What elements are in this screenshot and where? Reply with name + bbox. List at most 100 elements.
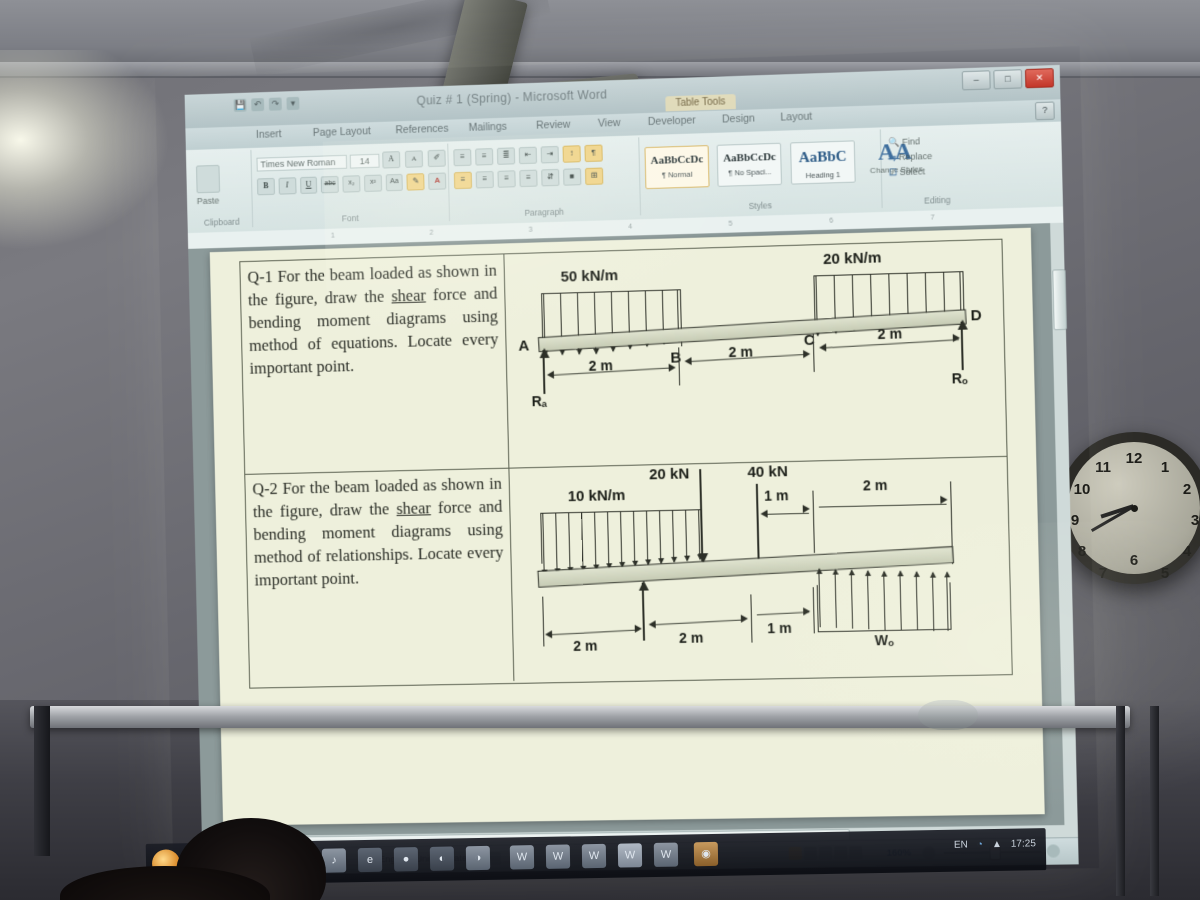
rail-bracket-left [34, 706, 50, 856]
taskbar-item-word-doc-active[interactable]: W [618, 843, 642, 867]
save-icon[interactable]: 💾 [234, 99, 247, 112]
q1-text-cell[interactable]: Q-1 For the beam loaded as shown in the … [240, 254, 509, 474]
shading-icon[interactable]: ■ [563, 168, 581, 186]
select-button[interactable]: ☐ Select [889, 164, 993, 178]
superscript-icon[interactable]: x² [364, 175, 382, 192]
italic-icon[interactable]: I [278, 177, 296, 194]
taskbar-icon-internet-explorer[interactable]: e [358, 848, 382, 872]
bullets-icon[interactable]: ≡ [453, 149, 471, 166]
tab-design[interactable]: Design [722, 112, 755, 125]
taskbar-icon-app-3[interactable]: ◉ [694, 842, 718, 866]
clock-number: 2 [1178, 481, 1196, 498]
style-no-spacing[interactable]: AaBbCcDc ¶ No Spaci... [717, 143, 782, 187]
font-family-input[interactable]: Times New Roman [256, 154, 347, 171]
taskbar-item-word-doc-5[interactable]: W [654, 843, 678, 867]
ribbon-group-editing: 🔍 Find ⇆ Replace ☐ Select Editing [880, 126, 994, 208]
taskbar-item-word-doc-3[interactable]: W [582, 844, 606, 868]
grow-font-icon[interactable]: A [382, 151, 400, 168]
tab-layout[interactable]: Layout [780, 111, 812, 124]
tab-mailings[interactable]: Mailings [469, 121, 507, 134]
projection-screen: 💾 ↶ ↷ ▾ Quiz # 1 (Spring) - Microsoft Wo… [155, 46, 1099, 880]
taskbar-icon-app-2[interactable]: ◑ [466, 846, 490, 870]
select-icon: ☐ [889, 167, 897, 177]
replace-button[interactable]: ⇆ Replace [888, 149, 992, 163]
ceiling-lamp-glow [0, 50, 170, 250]
paste-icon[interactable] [196, 165, 220, 193]
shrink-font-icon[interactable]: A [405, 150, 423, 167]
restore-button[interactable]: □ [993, 69, 1022, 89]
tab-references[interactable]: References [395, 123, 448, 137]
ruler-mark: 2 [429, 230, 433, 237]
increase-indent-icon[interactable]: ⇥ [541, 146, 559, 164]
style-heading-1[interactable]: AaBbC Heading 1 [790, 140, 856, 184]
subscript-icon[interactable]: x₂ [342, 175, 360, 192]
taskbar-item-word-doc-1[interactable]: W [510, 845, 534, 869]
line-spacing-icon[interactable]: ⇵ [541, 169, 559, 187]
close-button[interactable]: ✕ [1025, 68, 1054, 88]
dim-arrow-right [803, 505, 810, 513]
beam2-figure: 20 kN 40 kN 10 kN/m 1 m 2 m Wₒ 2 m 2 m 1… [509, 456, 1011, 681]
clock-number: 5 [1156, 565, 1174, 582]
tab-page-layout[interactable]: Page Layout [313, 125, 371, 139]
undo-icon[interactable]: ↶ [251, 98, 264, 111]
tab-insert[interactable]: Insert [256, 128, 282, 141]
window-controls[interactable]: – □ ✕ [962, 68, 1054, 90]
tab-review[interactable]: Review [536, 119, 571, 132]
zoom-in-button[interactable] [1046, 844, 1060, 857]
questions-table: Q-1 For the beam loaded as shown in the … [239, 239, 1013, 689]
tray-clock[interactable]: 17:25 [1011, 838, 1036, 849]
taskbar-icon-browser[interactable]: ● [394, 847, 418, 871]
taskbar-item-word-doc-2[interactable]: W [546, 844, 570, 868]
clock-minute-hand [1091, 505, 1134, 532]
find-button[interactable]: 🔍 Find [888, 134, 992, 148]
beam1-udl1-label: 50 kN/m [560, 267, 618, 286]
style-preview: AaBbCcDc [646, 153, 708, 167]
justify-icon[interactable]: ≡ [519, 170, 537, 188]
sort-icon[interactable]: ↕ [563, 145, 581, 163]
tab-developer[interactable]: Developer [648, 114, 696, 128]
font-size-input[interactable]: 14 [350, 153, 380, 168]
tab-view[interactable]: View [598, 117, 621, 130]
borders-icon[interactable]: ⊞ [585, 167, 603, 185]
decrease-indent-icon[interactable]: ⇤ [519, 147, 537, 165]
strikethrough-icon[interactable]: abc [321, 176, 339, 193]
multilevel-list-icon[interactable]: ≣ [497, 147, 515, 165]
document-canvas[interactable]: Q-1 For the beam loaded as shown in the … [188, 223, 1078, 848]
quick-access-toolbar[interactable]: 💾 ↶ ↷ ▾ [234, 97, 300, 112]
style-normal[interactable]: AaBbCcDc ¶ Normal [644, 145, 709, 189]
ruler-mark: 5 [728, 221, 732, 228]
q2-text-cell[interactable]: Q-2 For the beam loaded as shown in the … [245, 468, 514, 686]
window-title: Quiz # 1 (Spring) - Microsoft Word [416, 87, 607, 107]
underline-icon[interactable]: U [300, 177, 318, 194]
font-color-icon[interactable]: A [428, 172, 446, 189]
taskbar-icon-app[interactable]: ◐ [430, 846, 454, 870]
minimize-button[interactable]: – [962, 70, 991, 90]
numbering-icon[interactable]: ≡ [475, 148, 493, 166]
vertical-scroll-thumb[interactable] [1052, 269, 1067, 330]
network-icon[interactable]: ◔ [977, 839, 983, 850]
align-center-icon[interactable]: ≡ [476, 171, 494, 188]
paste-label: Paste [197, 195, 252, 207]
tray-language[interactable]: EN [954, 840, 968, 851]
system-tray[interactable]: EN ◔ ▲ 17:25 [954, 838, 1036, 850]
chevron-down-icon[interactable]: ▾ [286, 97, 299, 110]
change-case-icon[interactable]: Aa [385, 174, 403, 191]
highlight-icon[interactable]: ✎ [407, 173, 425, 190]
document-page[interactable]: Q-1 For the beam loaded as shown in the … [210, 228, 1045, 826]
word-window: 💾 ↶ ↷ ▾ Quiz # 1 (Spring) - Microsoft Wo… [185, 65, 1079, 875]
ribbon-group-paragraph: ≡ ≡ ≣ ⇤ ⇥ ↕ ¶ ≡ ≡ ≡ ≡ ⇵ ■ ⊞ Paragraph [447, 137, 641, 221]
align-right-icon[interactable]: ≡ [497, 170, 515, 188]
show-formatting-marks-icon[interactable]: ¶ [584, 145, 602, 163]
redo-icon[interactable]: ↷ [269, 97, 282, 110]
beam1-udl2-label: 20 kN/m [823, 249, 882, 268]
volume-icon[interactable]: ▲ [992, 839, 1002, 850]
clear-formatting-icon[interactable]: ✐ [428, 150, 446, 167]
bold-icon[interactable]: B [257, 178, 275, 195]
beam2-dim-line [819, 504, 947, 508]
beam1-dim-AB: 2 m [588, 357, 612, 374]
beam2-dim-bottom-2m-a: 2 m [573, 637, 597, 653]
help-icon[interactable]: ? [1035, 101, 1055, 120]
clock-number: 7 [1094, 565, 1112, 582]
style-name: ¶ Normal [646, 169, 708, 180]
align-left-icon[interactable]: ≡ [454, 172, 472, 189]
